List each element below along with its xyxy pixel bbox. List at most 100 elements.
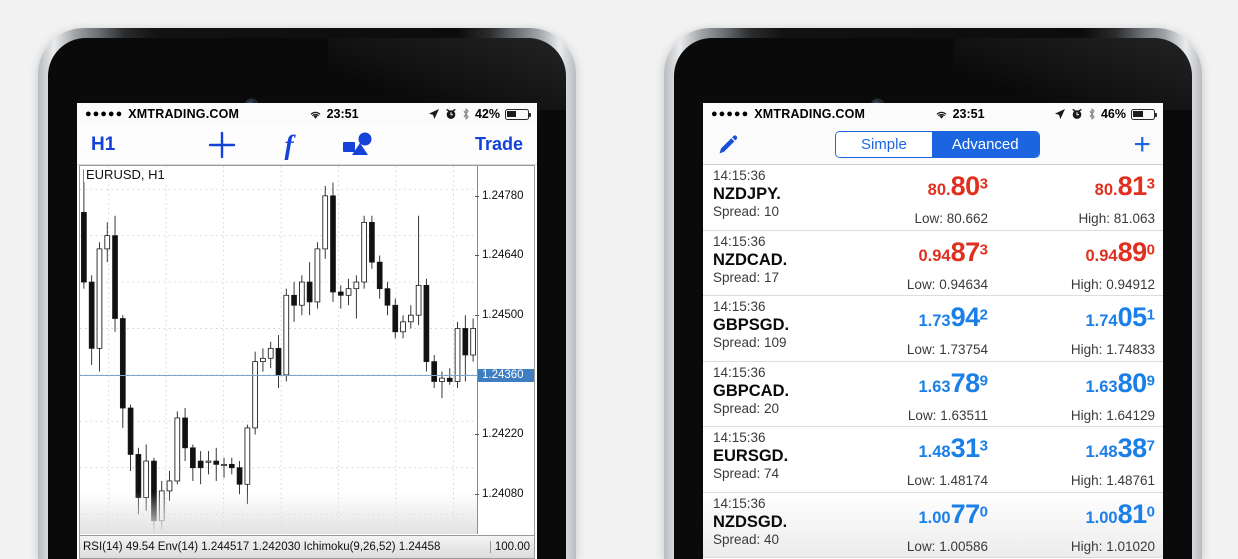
candlestick <box>400 315 406 339</box>
candlestick <box>252 351 258 435</box>
carrier-label: XMTRADING.COM <box>128 107 240 121</box>
candlestick <box>361 215 367 289</box>
battery-icon <box>1131 108 1158 120</box>
wifi-icon <box>936 111 946 119</box>
quote-ask-price[interactable]: 1.48387 <box>1085 431 1155 470</box>
candlestick <box>454 321 461 389</box>
chart-container[interactable]: EURUSD, H1 1.24780 1.24640 1.24500 1.24360 1… <box>77 165 537 559</box>
candlestick <box>260 348 266 372</box>
candlestick <box>205 451 212 475</box>
chart-plot-frame[interactable]: EURUSD, H1 1.24780 1.24640 1.24500 1.24360 1… <box>79 165 535 559</box>
battery-percent-label: 46% <box>1100 107 1126 121</box>
quote-ask-price[interactable]: 1.00810 <box>1085 497 1155 536</box>
quote-low-label: Low: 80.662 <box>914 211 988 226</box>
candlestick <box>353 275 360 319</box>
candlestick <box>314 242 321 309</box>
candlestick <box>299 275 305 316</box>
alarm-clock-icon <box>1072 109 1082 119</box>
wifi-icon <box>310 111 320 119</box>
candlestick <box>376 255 383 299</box>
location-arrow-icon <box>428 109 439 119</box>
quote-row[interactable]: 14:15:36 GBPSGD. Spread: 109 1.73942 1.74051… <box>703 296 1163 362</box>
quotes-list[interactable]: 14:15:36 NZDJPY. Spread: 10 80.803 80.813 Low… <box>703 165 1163 559</box>
quote-high-label: High: 1.74833 <box>1070 342 1155 357</box>
quote-row[interactable]: 14:15:36 NZDSGD. Spread: 40 1.00770 1.00810 L… <box>703 492 1163 558</box>
candlestick <box>158 480 165 531</box>
quote-high-label: High: 1.48761 <box>1070 473 1155 488</box>
quote-row[interactable]: 14:15:36 NZDCAD. Spread: 17 0.94873 0.94890 L… <box>703 231 1163 296</box>
battery-icon <box>505 108 532 120</box>
quote-bid-price[interactable]: 1.63789 <box>918 366 988 405</box>
quote-bid-price[interactable]: 0.94873 <box>918 235 988 274</box>
quote-low-label: Low: 1.48174 <box>906 473 988 488</box>
candlestick <box>392 298 399 339</box>
bluetooth-icon <box>463 108 469 120</box>
function-f-icon[interactable]: f <box>277 130 301 160</box>
bid-price-value: 1.48313 <box>918 433 988 463</box>
price-axis-tick: 1.24220 <box>475 428 524 441</box>
status-bar-right: 42% <box>428 107 532 121</box>
price-axis-tick: 1.24780 <box>475 190 524 203</box>
signal-dots-icon: ●●●●● <box>711 107 750 120</box>
bid-price-value: 1.63789 <box>918 367 988 398</box>
tab-advanced[interactable]: Advanced <box>931 132 1039 157</box>
ask-price-value: 0.94890 <box>1085 236 1155 267</box>
pencil-icon[interactable] <box>715 132 741 158</box>
candlestick <box>236 461 243 495</box>
tab-simple[interactable]: Simple <box>835 132 932 157</box>
price-axis-tick: 1.24080 <box>475 488 524 501</box>
bezel-glare <box>327 38 566 110</box>
status-bar-center: 23:51 <box>239 107 428 121</box>
trade-button[interactable]: Trade <box>475 134 523 155</box>
candlestick <box>213 447 220 481</box>
candlestick <box>423 278 430 372</box>
candlestick <box>415 215 422 326</box>
svg-text:f: f <box>285 130 297 160</box>
chart-symbol-label: EURUSD, H1 <box>84 167 167 182</box>
candlestick-plot[interactable] <box>80 166 477 534</box>
left-phone-screen: ●●●●● XMTRADING.COM 23:51 42% H1 f Trade… <box>77 103 537 559</box>
candlestick <box>81 169 87 289</box>
clock-label: 23:51 <box>952 107 985 121</box>
candlestick <box>369 215 375 269</box>
candlestick <box>127 404 134 472</box>
quote-bid-price[interactable]: 80.803 <box>928 169 988 208</box>
objects-icon[interactable] <box>341 132 375 158</box>
alarm-clock-icon <box>446 109 456 119</box>
quote-ask-price[interactable]: 1.63809 <box>1085 366 1155 405</box>
ask-price-value: 1.63809 <box>1085 367 1155 398</box>
price-axis-tick: 1.24640 <box>475 249 524 262</box>
ask-price-value: 1.74051 <box>1085 302 1155 332</box>
add-symbol-button[interactable]: + <box>1133 129 1151 160</box>
quote-ask-price[interactable]: 80.813 <box>1095 169 1155 208</box>
bid-price-value: 0.94873 <box>918 236 988 267</box>
candlestick <box>190 444 196 481</box>
candlestick <box>330 182 336 302</box>
quote-high-label: High: 1.64129 <box>1070 407 1155 423</box>
quote-ask-price[interactable]: 1.74051 <box>1085 300 1155 339</box>
candlestick <box>462 315 469 382</box>
signal-dots-icon: ●●●●● <box>85 107 124 120</box>
right-phone-bezel: ●●●●● XMTRADING.COM 23:51 46% Simple Adv… <box>674 38 1192 559</box>
candlestick <box>322 185 329 259</box>
candlestick <box>446 368 453 385</box>
quote-bid-price[interactable]: 1.48313 <box>918 431 988 470</box>
quote-bid-price[interactable]: 1.00770 <box>918 497 988 536</box>
timeframe-button[interactable]: H1 <box>91 134 115 156</box>
quote-high-label: High: 0.94912 <box>1070 276 1155 292</box>
status-bar-left: ●●●●● XMTRADING.COM <box>711 107 865 121</box>
quote-row[interactable]: 14:15:36 NZDJPY. Spread: 10 80.803 80.813 Low… <box>703 165 1163 231</box>
crosshair-icon[interactable] <box>207 130 237 160</box>
chart-scale-label: 100.00 <box>489 541 534 553</box>
candlestick <box>291 282 297 322</box>
quote-bid-price[interactable]: 1.73942 <box>918 300 988 339</box>
view-mode-segmented-control[interactable]: Simple Advanced <box>834 131 1040 158</box>
ask-price-value: 80.813 <box>1094 171 1155 201</box>
quote-ask-price[interactable]: 0.94890 <box>1085 235 1155 274</box>
candlestick <box>431 354 438 389</box>
candlestick <box>143 444 150 511</box>
candlestick <box>228 457 235 475</box>
quote-row[interactable]: 14:15:36 EURSGD. Spread: 74 1.48313 1.48387 L… <box>703 427 1163 493</box>
candlestick <box>96 242 103 372</box>
quote-row[interactable]: 14:15:36 GBPCAD. Spread: 20 1.63789 1.63809 L… <box>703 362 1163 427</box>
